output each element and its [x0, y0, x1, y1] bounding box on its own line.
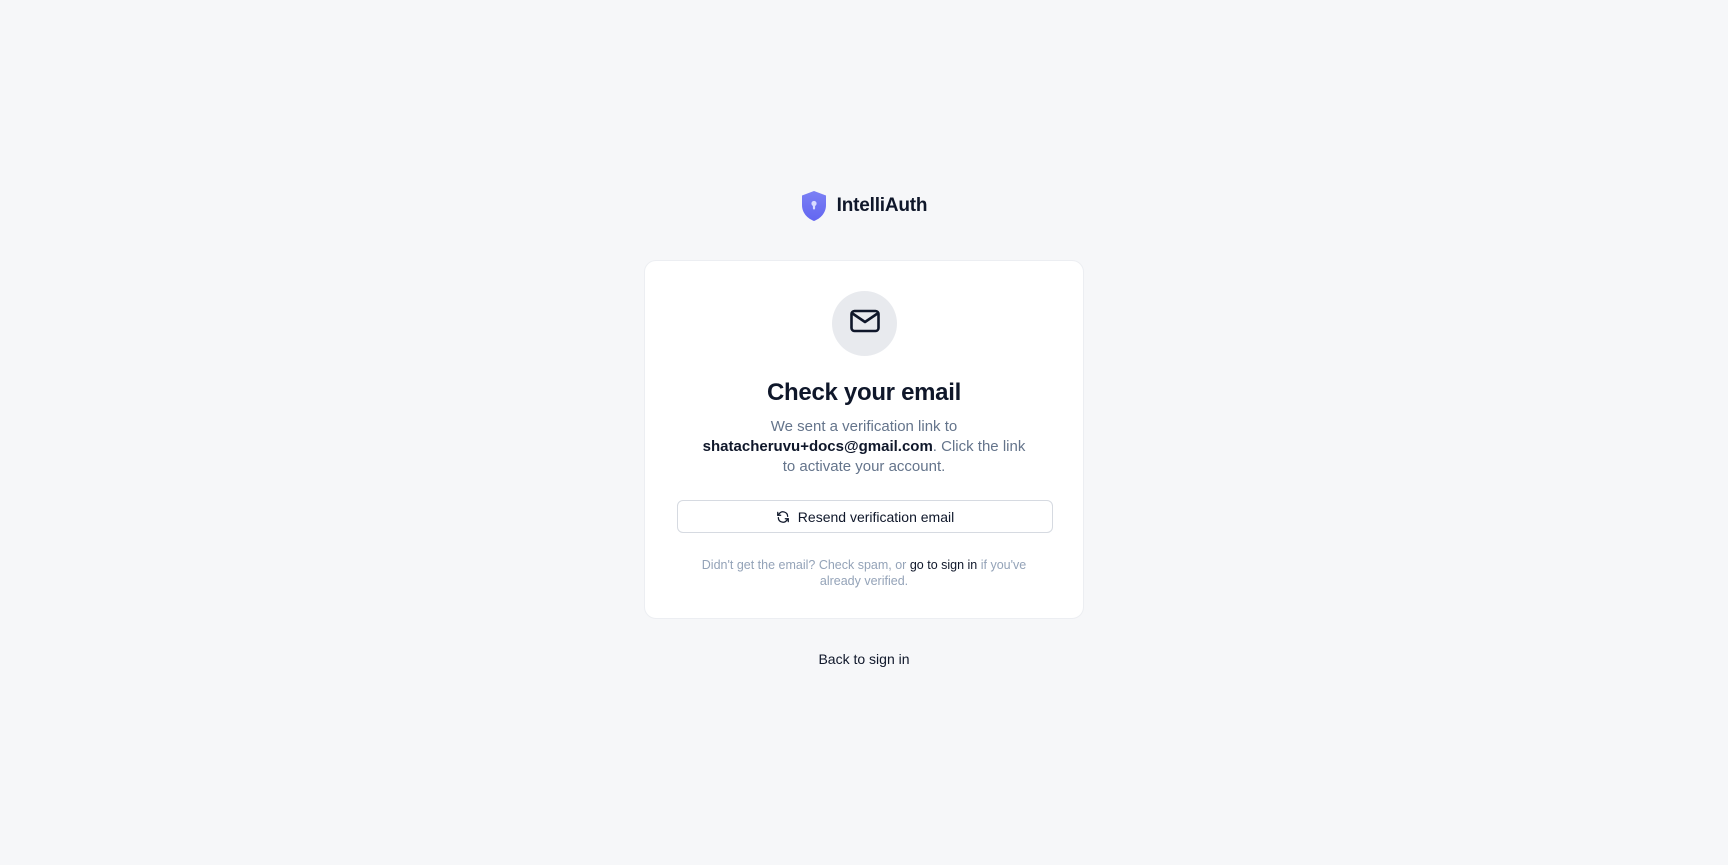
resend-verification-button[interactable]: Resend verification email — [677, 500, 1053, 533]
brand-name: IntelliAuth — [836, 195, 928, 216]
recipient-email: shatacheruvu+docs@gmail.com — [702, 438, 933, 455]
page: IntelliAuth Check your email We sent a v… — [0, 0, 1728, 865]
shield-keyhole-icon — [801, 190, 827, 222]
verification-card: Check your email We sent a verification … — [644, 260, 1084, 619]
refresh-icon — [776, 510, 790, 524]
help-text-before: Didn't get the email? Check spam, or — [701, 558, 907, 572]
brand-header: IntelliAuth — [0, 190, 1728, 222]
mail-icon — [849, 305, 881, 342]
back-to-sign-in-link[interactable]: Back to sign in — [0, 651, 1728, 667]
go-to-sign-in-link[interactable]: go to sign in — [910, 558, 977, 572]
mail-icon-circle — [832, 291, 897, 356]
page-title: Check your email — [767, 379, 961, 406]
verification-message: We sent a verification link to shatacher… — [695, 417, 1033, 477]
resend-button-label: Resend verification email — [797, 508, 955, 525]
message-intro: We sent a verification link to — [770, 418, 958, 435]
help-text: Didn't get the email? Check spam, or go … — [685, 557, 1043, 589]
